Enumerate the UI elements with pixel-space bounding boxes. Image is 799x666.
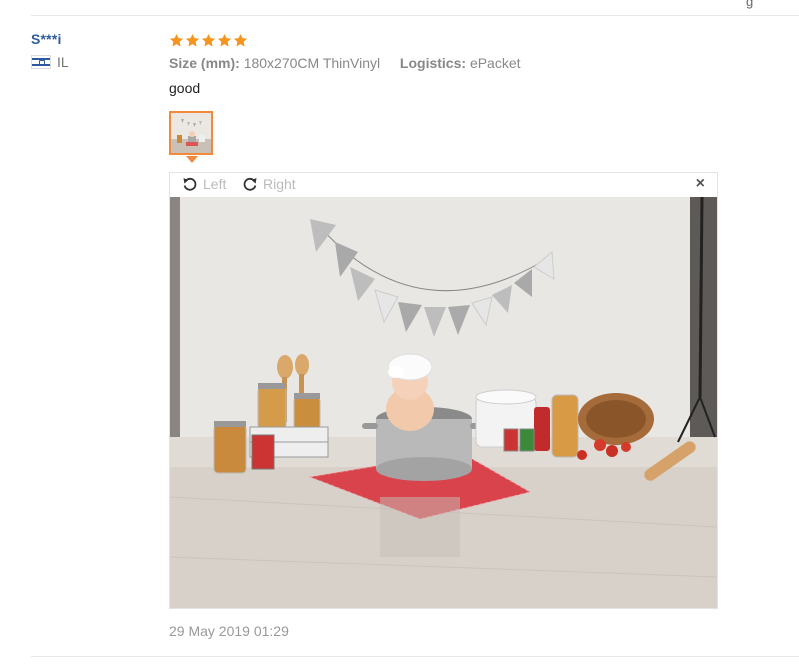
- rotate-left-button[interactable]: Left: [182, 176, 226, 192]
- thumbnail-image: [171, 113, 211, 153]
- star-rating: [169, 31, 729, 51]
- viewer-toolbar: Left Right ×: [170, 173, 717, 197]
- star-icon: [233, 33, 248, 47]
- cut-off-text: g: [746, 0, 754, 9]
- buyer-name[interactable]: S***i: [31, 31, 69, 47]
- star-icon: [185, 33, 200, 47]
- photo-viewer: Left Right ×: [169, 172, 718, 609]
- star-icon: [169, 33, 184, 47]
- review-photo-thumbnail[interactable]: [169, 111, 213, 155]
- rotate-left-icon: [183, 177, 197, 191]
- israel-flag-icon: [31, 55, 51, 69]
- rotate-right-label: Right: [263, 176, 296, 192]
- star-icon: [217, 33, 232, 47]
- divider-bottom: [31, 656, 799, 657]
- buyer-info: S***i IL: [31, 31, 69, 70]
- review-photo: [170, 197, 717, 608]
- review-date: 29 May 2019 01:29: [169, 623, 289, 639]
- country-code: IL: [57, 54, 69, 70]
- rotate-left-label: Left: [203, 176, 227, 192]
- attribute-label: Logistics:: [399, 55, 467, 71]
- divider-top: [31, 15, 799, 16]
- star-icon: [201, 33, 216, 47]
- attribute-value: 180x270CM ThinVinyl: [243, 55, 381, 71]
- close-icon[interactable]: ×: [696, 175, 705, 193]
- rotate-right-button[interactable]: Right: [242, 176, 296, 192]
- order-attributes: Size (mm): 180x270CM ThinVinyl Logistics…: [169, 55, 729, 71]
- review-text: good: [169, 80, 201, 96]
- rotate-right-icon: [243, 177, 257, 191]
- buyer-country: IL: [31, 54, 69, 70]
- attribute-value: ePacket: [469, 55, 521, 71]
- attribute-label: Size (mm):: [169, 55, 240, 71]
- thumbnail-pointer: [186, 156, 198, 163]
- review-body: Size (mm): 180x270CM ThinVinyl Logistics…: [169, 31, 729, 96]
